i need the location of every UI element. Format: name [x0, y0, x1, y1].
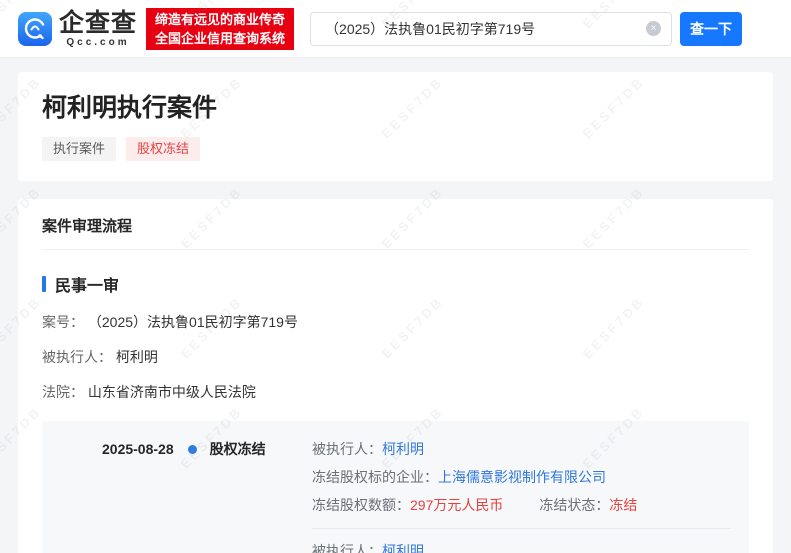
brand-slogan: 缔造有远见的商业传奇 全国企业信用查询系统 — [146, 8, 294, 50]
entry-person-label: 被执行人： — [312, 441, 382, 457]
entry-amount: 冻结股权数额：297万元人民币 — [312, 491, 503, 519]
entry-status-value: 冻结 — [609, 497, 637, 513]
entry-divider — [312, 528, 731, 529]
case-process-card: 案件审理流程 民事一审 案号： （2025）法执鲁01民初字第719号 被执行人… — [18, 199, 773, 553]
entry-amount-value: 297万元人民币 — [410, 497, 503, 513]
executed-person-link[interactable]: 柯利明 — [116, 349, 158, 365]
case-number-label: 案号： — [42, 314, 84, 330]
entry-status-label: 冻结状态： — [539, 497, 609, 513]
entry-row: 被执行人：柯利明 冻结股权标的企业：上海儒意投资管理有限公司 — [312, 537, 731, 553]
timeline-details: 被执行人：柯利明 冻结股权标的企业：上海儒意影视制作有限公司 冻结股权数额：29… — [312, 435, 731, 553]
timeline-dot-icon — [188, 445, 197, 454]
stage-header: 民事一审 — [42, 272, 749, 296]
timeline-box: 2025-08-28 股权冻结 被执行人：柯利明 冻结股权标的企业：上海儒意影视… — [42, 421, 749, 553]
entry-person-label: 被执行人： — [312, 543, 382, 553]
court-value: 山东省济南市中级人民法院 — [88, 384, 256, 400]
field-case-number: 案号： （2025）法执鲁01民初字第719号 — [42, 313, 749, 331]
stage-accent-bar — [42, 276, 46, 292]
slogan-line-1: 缔造有远见的商业传奇 — [155, 10, 285, 29]
entry-status: 冻结状态：冻结 — [539, 491, 637, 519]
qcc-logo[interactable]: 企查查 Qcc.com — [18, 10, 137, 48]
entry-person-link[interactable]: 柯利明 — [382, 543, 424, 553]
brand-name: 企查查 — [59, 10, 137, 36]
tag-enforcement-case: 执行案件 — [42, 137, 116, 161]
field-court: 法院： 山东省济南市中级人民法院 — [42, 383, 749, 401]
entry-person: 被执行人：柯利明 — [312, 435, 424, 463]
qcc-logo-icon — [18, 12, 52, 46]
brand-domain: Qcc.com — [66, 37, 129, 48]
section-title: 案件审理流程 — [42, 215, 749, 250]
case-title-card: 柯利明执行案件 执行案件 股权冻结 — [18, 72, 773, 181]
timeline-type: 股权冻结 — [210, 439, 266, 459]
top-header: 企查查 Qcc.com 缔造有远见的商业传奇 全国企业信用查询系统 × 查一下 — [0, 0, 791, 58]
freeze-entry: 被执行人：柯利明 冻结股权标的企业：上海儒意影视制作有限公司 冻结股权数额：29… — [312, 435, 731, 519]
freeze-entry: 被执行人：柯利明 冻结股权标的企业：上海儒意投资管理有限公司 冻结股权数额：99… — [312, 537, 731, 553]
entry-company-label: 冻结股权标的企业： — [312, 469, 438, 485]
entry-company-link[interactable]: 上海儒意影视制作有限公司 — [438, 469, 606, 485]
stage-title: 民事一审 — [55, 272, 119, 296]
field-executed-person: 被执行人： 柯利明 — [42, 348, 749, 366]
entry-amount-label: 冻结股权数额： — [312, 497, 410, 513]
page-content: 柯利明执行案件 执行案件 股权冻结 案件审理流程 民事一审 案号： （2025）… — [0, 58, 791, 553]
timeline-node: 2025-08-28 股权冻结 — [60, 435, 312, 463]
case-tags: 执行案件 股权冻结 — [42, 137, 749, 161]
entry-row: 被执行人：柯利明 冻结股权标的企业：上海儒意影视制作有限公司 — [312, 435, 731, 491]
page-title: 柯利明执行案件 — [42, 94, 749, 122]
court-label: 法院： — [42, 384, 84, 400]
slogan-line-2: 全国企业信用查询系统 — [155, 29, 285, 48]
search-input[interactable] — [325, 21, 646, 37]
entry-person-link[interactable]: 柯利明 — [382, 441, 424, 457]
search-box[interactable]: × — [310, 12, 672, 46]
executed-person-label: 被执行人： — [42, 349, 112, 365]
header-search: × 查一下 — [310, 12, 742, 46]
timeline-date: 2025-08-28 — [102, 441, 174, 457]
search-button[interactable]: 查一下 — [680, 12, 742, 46]
entry-row: 冻结股权数额：297万元人民币 冻结状态：冻结 — [312, 491, 731, 519]
entry-company: 冻结股权标的企业：上海儒意影视制作有限公司 — [312, 463, 606, 491]
case-number-value: （2025）法执鲁01民初字第719号 — [88, 314, 298, 330]
qcc-logo-text: 企查查 Qcc.com — [59, 10, 137, 48]
tag-equity-freeze: 股权冻结 — [126, 137, 200, 161]
clear-icon[interactable]: × — [646, 21, 661, 36]
entry-person: 被执行人：柯利明 — [312, 537, 424, 553]
